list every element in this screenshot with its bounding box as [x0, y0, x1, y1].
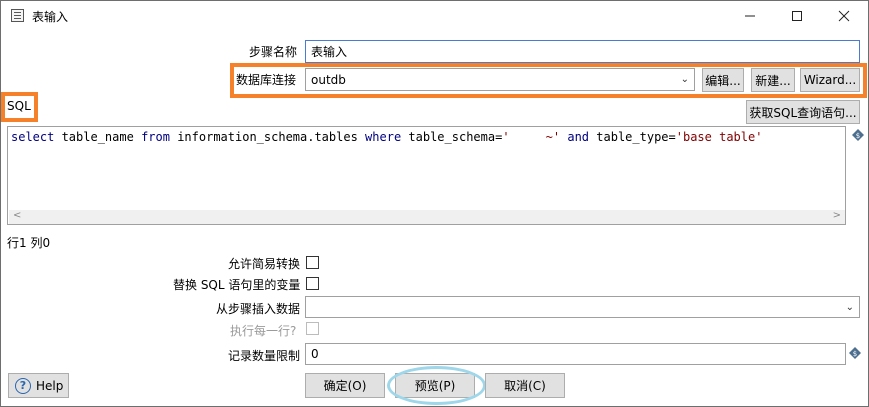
replace-vars-checkbox[interactable]	[306, 277, 319, 290]
variable-diamond-icon: $	[852, 129, 864, 141]
scroll-left-icon[interactable]: <	[13, 210, 21, 221]
replace-vars-label: 替换 SQL 语句里的变量	[173, 278, 301, 292]
maximize-icon[interactable]	[774, 1, 820, 31]
step-name-input[interactable]: 表输入	[305, 40, 860, 63]
help-circle-icon: ?	[15, 377, 31, 394]
sql-editor[interactable]: select table_name from information_schem…	[7, 126, 846, 225]
get-sql-button[interactable]: 获取SQL查询语句...	[746, 100, 860, 124]
sql-text: select table_name from information_schem…	[11, 130, 762, 144]
svg-text:$: $	[853, 350, 857, 358]
close-icon[interactable]	[821, 1, 867, 31]
help-button[interactable]: ? Help	[8, 373, 69, 398]
cancel-button[interactable]: 取消(C)	[485, 373, 565, 398]
edit-connection-button[interactable]: 编辑...	[702, 68, 744, 92]
db-connection-value: outdb	[311, 72, 346, 87]
window-title: 表输入	[32, 10, 69, 24]
lazy-conversion-checkbox[interactable]	[306, 256, 319, 269]
lazy-conversion-label: 允许简易转换	[228, 257, 301, 271]
highlight-ring-preview	[387, 366, 486, 405]
insert-from-step-select[interactable]: ⌄	[305, 296, 860, 318]
sql-token: ' ~'	[502, 130, 561, 144]
sql-token: table_type=	[589, 130, 676, 144]
variable-diamond-icon: $	[849, 347, 861, 359]
chevron-down-icon[interactable]: ⌄	[681, 74, 689, 85]
wizard-button[interactable]: Wizard...	[800, 68, 860, 92]
limit-input[interactable]: 0	[305, 343, 846, 365]
ok-button[interactable]: 确定(O)	[305, 373, 385, 398]
sql-token: select	[11, 130, 55, 144]
svg-text:$: $	[856, 132, 860, 140]
sql-token: 'base table'	[675, 130, 763, 144]
sql-token: where	[365, 130, 402, 144]
scroll-right-icon[interactable]: >	[833, 210, 841, 221]
sql-token: table_name	[54, 130, 142, 144]
step-name-label: 步骤名称	[249, 45, 298, 59]
sql-token: and	[567, 130, 590, 144]
db-connection-label: 数据库连接	[236, 73, 297, 87]
insert-from-step-label: 从步骤插入数据	[216, 302, 301, 316]
table-input-icon	[11, 9, 24, 22]
chevron-down-icon[interactable]: ⌄	[846, 302, 854, 313]
limit-label: 记录数量限制	[228, 349, 301, 363]
db-connection-select[interactable]: outdb ⌄	[305, 68, 695, 91]
sql-token: table_schema=	[401, 130, 503, 144]
new-connection-button[interactable]: 新建...	[751, 68, 795, 92]
sql-token: from	[141, 130, 170, 144]
execute-each-row-checkbox[interactable]	[306, 322, 319, 335]
sql-label: SQL	[7, 99, 31, 113]
help-label: Help	[36, 378, 64, 393]
cursor-position-status: 行1 列0	[7, 236, 51, 250]
execute-each-row-label: 执行每一行?	[230, 324, 297, 338]
sql-horizontal-scrollbar[interactable]: < >	[9, 210, 845, 224]
minimize-icon[interactable]	[727, 1, 773, 31]
sql-token: information_schema.tables	[169, 130, 366, 144]
